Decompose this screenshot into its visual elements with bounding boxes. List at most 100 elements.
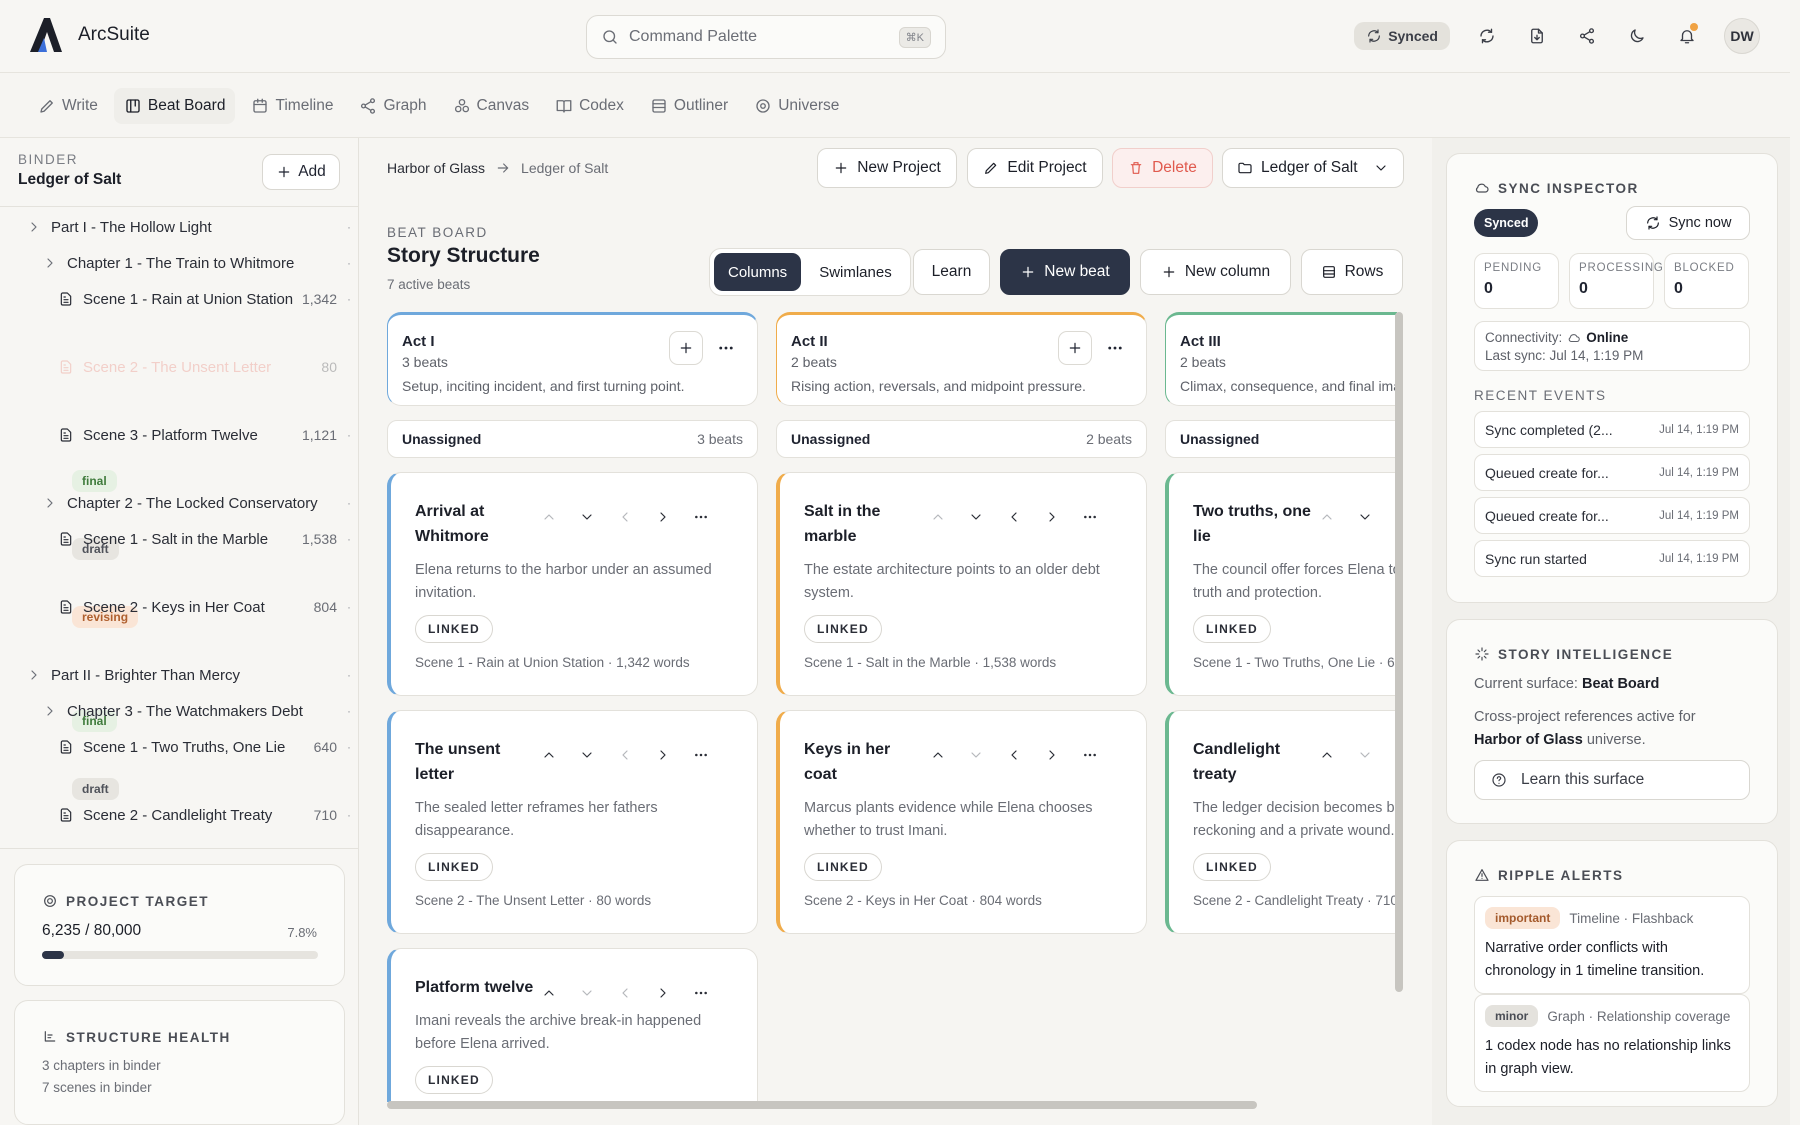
command-palette[interactable]: Command Palette ⌘K [586, 15, 946, 59]
column-header[interactable]: Act I 3 beats Setup, inciting incident, … [387, 312, 758, 406]
chevron-down-icon[interactable] [1357, 509, 1373, 525]
unassigned-row[interactable]: Unassigned 2 beats [776, 420, 1147, 458]
more-icon[interactable]: · [347, 532, 351, 546]
notifications-button[interactable] [1674, 23, 1700, 49]
new-beat-button[interactable]: New beat [1000, 249, 1130, 295]
beat-card[interactable]: Platform twelve Imani reveals the archiv… [387, 948, 758, 1102]
chevron-down-icon[interactable] [968, 747, 984, 763]
more-icon[interactable]: · [347, 600, 351, 614]
tree-scene[interactable]: Scene 3 - Platform Twelve 1,121 · [0, 420, 359, 450]
more-horizontal-icon[interactable] [693, 747, 709, 763]
chevron-down-icon[interactable] [579, 509, 595, 525]
tree-scene-dragging[interactable]: Scene 2 - The Unsent Letter 80 [0, 352, 359, 382]
tree-scene[interactable]: Scene 1 - Rain at Union Station 1,342 · [0, 284, 359, 314]
chevron-up-icon[interactable] [1319, 509, 1335, 525]
learn-button[interactable]: Learn [913, 249, 990, 295]
beat-card[interactable]: Keys in her coat Marcus plants evidence … [776, 710, 1147, 934]
tree-scene[interactable]: Scene 2 - Keys in Her Coat 804 · [0, 592, 359, 622]
tree-part[interactable]: Part I - The Hollow Light · [0, 212, 359, 242]
chevron-left-icon[interactable] [617, 985, 633, 1001]
add-beat-button[interactable] [669, 331, 703, 365]
more-icon[interactable]: · [347, 220, 351, 234]
chevron-down-icon[interactable] [579, 747, 595, 763]
more-icon[interactable]: · [347, 428, 351, 442]
breadcrumb-project[interactable]: Harbor of Glass [387, 160, 485, 176]
beat-card[interactable]: Arrival at Whitmore Elena returns to the… [387, 472, 758, 696]
tab-canvas[interactable]: Canvas [443, 88, 540, 124]
more-icon[interactable]: · [347, 496, 351, 510]
rows-button[interactable]: Rows [1301, 249, 1403, 295]
chevron-right-icon[interactable] [655, 985, 671, 1001]
tab-graph[interactable]: Graph [349, 88, 436, 124]
tree-scene[interactable]: Scene 1 - Salt in the Marble 1,538 · [0, 524, 359, 554]
ripple-alert[interactable]: important Timeline · Flashback Narrative… [1474, 896, 1750, 994]
more-icon[interactable]: · [347, 256, 351, 270]
more-horizontal-icon[interactable] [1082, 509, 1098, 525]
edit-project-button[interactable]: Edit Project [967, 148, 1103, 188]
chevron-down-icon[interactable] [968, 509, 984, 525]
more-icon[interactable]: · [347, 292, 351, 306]
vertical-scrollbar[interactable] [1395, 312, 1403, 992]
chevron-up-icon[interactable] [930, 509, 946, 525]
delete-button[interactable]: Delete [1112, 148, 1213, 188]
universe-name[interactable]: Harbor of Glass [1474, 732, 1583, 748]
theme-toggle-button[interactable] [1624, 23, 1650, 49]
chevron-left-icon[interactable] [1006, 747, 1022, 763]
chevron-up-icon[interactable] [930, 747, 946, 763]
tree-chapter[interactable]: Chapter 2 - The Locked Conservatory · [0, 488, 359, 518]
chevron-up-icon[interactable] [541, 747, 557, 763]
tab-timeline[interactable]: Timeline [241, 88, 343, 124]
more-icon[interactable]: · [347, 668, 351, 682]
chevron-down-icon[interactable] [1357, 747, 1373, 763]
avatar[interactable]: DW [1724, 18, 1760, 54]
sync-now-button[interactable]: Sync now [1626, 206, 1750, 240]
more-horizontal-icon[interactable] [693, 509, 709, 525]
chevron-up-icon[interactable] [1319, 747, 1335, 763]
tab-universe[interactable]: Universe [744, 88, 849, 124]
tree-scene[interactable]: Scene 2 - Candlelight Treaty 710 · [0, 800, 359, 830]
tab-codex[interactable]: Codex [545, 88, 634, 124]
chevron-right-icon[interactable] [655, 509, 671, 525]
column-header[interactable]: Act III 2 beats Climax, consequence, and… [1165, 312, 1397, 406]
new-project-button[interactable]: New Project [817, 148, 957, 188]
tree-part[interactable]: Part II - Brighter Than Mercy · [0, 660, 359, 690]
more-horizontal-icon[interactable] [1082, 747, 1098, 763]
beat-card[interactable]: Candlelight treaty The ledger decision b… [1165, 710, 1397, 934]
horizontal-scrollbar[interactable] [387, 1101, 1257, 1109]
export-button[interactable] [1524, 23, 1550, 49]
chevron-right-icon[interactable] [1044, 747, 1060, 763]
tab-write[interactable]: Write [28, 88, 108, 124]
more-icon[interactable]: · [347, 740, 351, 754]
chevron-left-icon[interactable] [1006, 509, 1022, 525]
chevron-right-icon[interactable] [1044, 509, 1060, 525]
chevron-up-icon[interactable] [541, 509, 557, 525]
ripple-alert[interactable]: minor Graph · Relationship coverage 1 co… [1474, 994, 1750, 1092]
tab-outliner[interactable]: Outliner [640, 88, 738, 124]
app-logo[interactable]: ArcSuite [28, 16, 150, 54]
chevron-right-icon[interactable] [655, 747, 671, 763]
more-icon[interactable]: · [347, 704, 351, 718]
more-horizontal-icon[interactable] [693, 985, 709, 1001]
view-swimlanes-button[interactable]: Swimlanes [805, 253, 906, 291]
beat-card[interactable]: Salt in the marble The estate architectu… [776, 472, 1147, 696]
tree-chapter[interactable]: Chapter 1 - The Train to Whitmore · [0, 248, 359, 278]
chevron-down-icon[interactable] [579, 985, 595, 1001]
refresh-button[interactable] [1474, 23, 1500, 49]
share-button[interactable] [1574, 23, 1600, 49]
tree-scene[interactable]: Scene 1 - Two Truths, One Lie 640 · [0, 732, 359, 762]
more-horizontal-icon[interactable] [1106, 339, 1124, 357]
chevron-up-icon[interactable] [541, 985, 557, 1001]
add-beat-button[interactable] [1058, 331, 1092, 365]
unassigned-row[interactable]: Unassigned [1165, 420, 1397, 458]
chevron-left-icon[interactable] [617, 509, 633, 525]
column-header[interactable]: Act II 2 beats Rising action, reversals,… [776, 312, 1147, 406]
add-button[interactable]: Add [262, 154, 340, 190]
view-columns-button[interactable]: Columns [714, 253, 802, 291]
more-icon[interactable]: · [347, 808, 351, 822]
tab-beat-board[interactable]: Beat Board [113, 88, 236, 124]
unassigned-row[interactable]: Unassigned 3 beats [387, 420, 758, 458]
beat-card[interactable]: The unsent letter The sealed letter refr… [387, 710, 758, 934]
tree-chapter[interactable]: Chapter 3 - The Watchmakers Debt · [0, 696, 359, 726]
sync-status-pill[interactable]: Synced [1354, 22, 1450, 50]
more-horizontal-icon[interactable] [717, 339, 735, 357]
